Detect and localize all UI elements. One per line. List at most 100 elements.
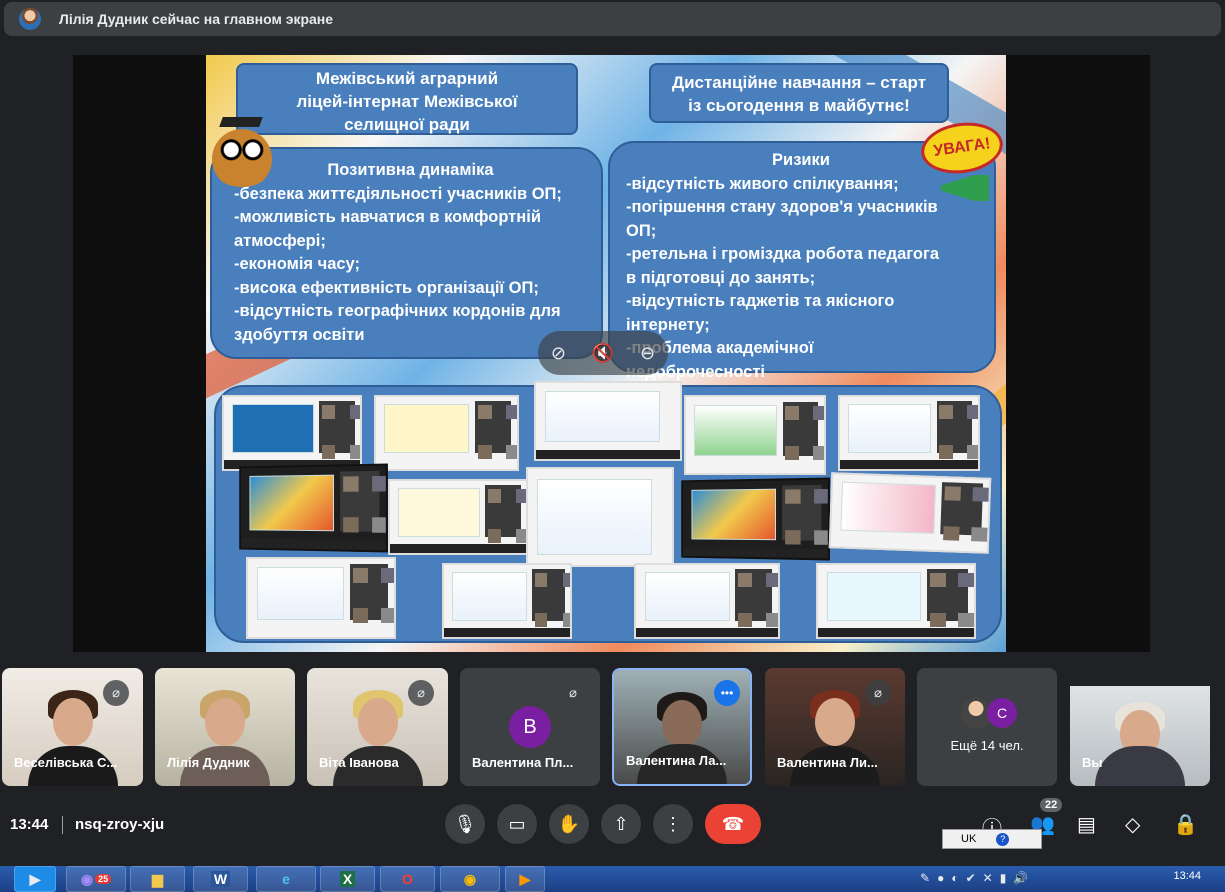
language-bar[interactable]: UK ? <box>942 829 1042 849</box>
mute-audio-icon[interactable]: 🔇 <box>592 343 614 364</box>
microphone-icon: 🎙 <box>453 813 477 834</box>
participant-name: Лілія Дудник <box>167 755 250 770</box>
camera-icon: ▭ <box>508 813 526 834</box>
more-options-button[interactable]: ⋮ <box>653 804 693 844</box>
participant-tile[interactable]: В ⌀ Валентина Пл... <box>460 668 600 786</box>
word-app-icon[interactable]: W <box>193 866 248 892</box>
self-tile[interactable]: Вы <box>1070 668 1210 786</box>
raise-hand-button[interactable]: ✋ <box>549 804 589 844</box>
slide-title-right: Дистанційне навчання – старт із сьогоден… <box>649 63 949 123</box>
risk-line: -ретельна і громіздка робота педагога <box>626 245 940 263</box>
mic-off-icon: ⌀ <box>408 680 434 706</box>
help-icon[interactable]: ? <box>996 832 1010 846</box>
participant-tile[interactable]: ⌀ Валентина Ли... <box>765 668 905 786</box>
volume-icon[interactable]: 🔊 <box>1013 871 1028 885</box>
collage-thumbnail <box>816 563 976 639</box>
network-icon[interactable]: ▮ <box>1000 871 1007 885</box>
participant-name: Валентина Пл... <box>472 755 574 770</box>
system-clock: 13:44 <box>1173 870 1201 882</box>
raise-hand-icon: ✋ <box>557 813 581 834</box>
meeting-code: nsq-zroy-xju <box>75 816 165 833</box>
meet-window: Лілія Дудник сейчас на главном экране Ме… <box>0 0 1225 892</box>
remove-icon[interactable]: ⊖ <box>640 343 655 364</box>
more-participants-tile[interactable]: С Ещё 14 чел. <box>917 668 1057 786</box>
participant-name: Валентина Ла... <box>626 753 727 768</box>
participant-name: Веселівська С... <box>14 755 118 770</box>
participant-tile[interactable]: ⌀ Віта Іванова <box>307 668 448 786</box>
collage-thumbnail <box>246 557 396 639</box>
collage-thumbnail <box>388 479 528 555</box>
positive-line: атмосфері; <box>234 231 326 250</box>
title-left-line: Межівський аграрний <box>315 69 499 88</box>
collage-thumbnail <box>534 381 682 461</box>
collage-thumbnail <box>681 477 830 561</box>
collage-thumbnail <box>239 463 388 553</box>
participant-tile-speaking[interactable]: ••• Валентина Ла... <box>612 668 752 786</box>
collage-thumbnail <box>222 395 362 471</box>
speaking-indicator-icon: ••• <box>714 680 740 706</box>
mic-off-icon: ⌀ <box>865 680 891 706</box>
file-explorer-icon[interactable]: ▆ <box>130 866 185 892</box>
internet-explorer-icon[interactable]: e <box>256 866 316 892</box>
title-left-line: ліцей-інтернат Межівської <box>296 92 518 111</box>
risk-line: -відсутність гаджетів та якісного <box>626 292 895 310</box>
collage-thumbnail <box>838 395 980 471</box>
risk-line: інтернету; <box>626 315 710 334</box>
host-controls-icon[interactable]: 🔒 <box>1173 812 1198 837</box>
title-right-line: Дистанційне навчання – старт <box>671 73 927 92</box>
presenter-avatar <box>19 8 41 30</box>
collage-thumbnail <box>526 467 674 567</box>
positive-heading: Позитивна динаміка <box>327 161 494 179</box>
tray-icon[interactable]: ✔ <box>966 871 976 885</box>
positive-line: -відсутність географічних кордонів для <box>234 302 561 320</box>
unpin-icon[interactable]: ⊘ <box>551 343 566 364</box>
positive-line: -безпека життєдіяльності учасників ОП; <box>234 184 562 203</box>
collage-thumbnail <box>442 563 572 639</box>
mic-off-icon: ⌀ <box>560 680 586 706</box>
end-call-button[interactable]: ☎ <box>705 804 761 844</box>
risks-box: Ризики -відсутність живого спілкування; … <box>608 141 996 381</box>
graduation-cap-icon <box>219 117 263 127</box>
risk-line: -відсутність живого спілкування; <box>626 174 899 193</box>
chrome-app-icon[interactable]: ◉ <box>440 866 500 892</box>
excel-app-icon[interactable]: X <box>320 866 375 892</box>
shared-screen[interactable]: Межівський аграрний ліцей-інтернат Межів… <box>73 55 1150 652</box>
language-code: UK <box>961 833 977 845</box>
tray-icon[interactable]: ◐ <box>951 871 958 885</box>
chat-icon[interactable]: ▤ <box>1077 812 1096 837</box>
risk-line: ОП; <box>626 221 657 240</box>
tray-icon[interactable]: ● <box>937 871 944 885</box>
camera-button[interactable]: ▭ <box>497 804 537 844</box>
title-left-line: селищної ради <box>344 115 470 134</box>
mic-off-icon: ⌀ <box>103 680 129 706</box>
collage-thumbnail <box>828 472 992 554</box>
participant-count-badge: 22 <box>1040 798 1063 812</box>
collage-thumbnail <box>634 563 780 639</box>
end-call-icon: ☎ <box>721 813 745 834</box>
participant-name: Вы <box>1082 755 1103 770</box>
more-options-icon: ⋮ <box>664 813 682 834</box>
media-player-icon[interactable]: ▶ <box>505 866 545 892</box>
collage-thumbnail <box>374 395 519 471</box>
participant-tile[interactable]: Лілія Дудник <box>155 668 295 786</box>
viber-app-icon[interactable]: ◉ 25 <box>66 866 126 892</box>
activities-icon[interactable]: ◇ <box>1125 812 1140 837</box>
zoom-app-icon[interactable]: ▶ <box>14 866 56 892</box>
windows-taskbar: ▶ ◉ 25 ▆ W e X O ◉ ▶ ✎ ● ◐ ✔ ✕ ▮ 🔊 13:44 <box>0 866 1225 892</box>
more-participants-label: Ещё 14 чел. <box>950 738 1024 753</box>
microphone-button[interactable]: 🎙 <box>445 804 485 844</box>
opera-app-icon[interactable]: O <box>380 866 435 892</box>
slide-title-left: Межівський аграрний ліцей-інтернат Межів… <box>236 63 578 135</box>
meeting-time: 13:44 <box>10 816 49 833</box>
presenter-banner: Лілія Дудник сейчас на главном экране <box>4 2 1221 36</box>
tray-icon[interactable]: ✎ <box>920 871 930 885</box>
participant-name: Валентина Ли... <box>777 755 878 770</box>
presentation-controls[interactable]: ⊘ 🔇 ⊖ <box>538 331 668 375</box>
present-button[interactable]: ⇧ <box>601 804 641 844</box>
participant-tile[interactable]: ⌀ Веселівська С... <box>2 668 143 786</box>
tray-icon[interactable]: ✕ <box>983 871 993 885</box>
presenter-text: Лілія Дудник сейчас на главном экране <box>59 11 334 27</box>
participant-avatar: С <box>987 698 1017 728</box>
screenshot-collage <box>214 381 1002 643</box>
owl-mascot-icon <box>206 125 278 187</box>
